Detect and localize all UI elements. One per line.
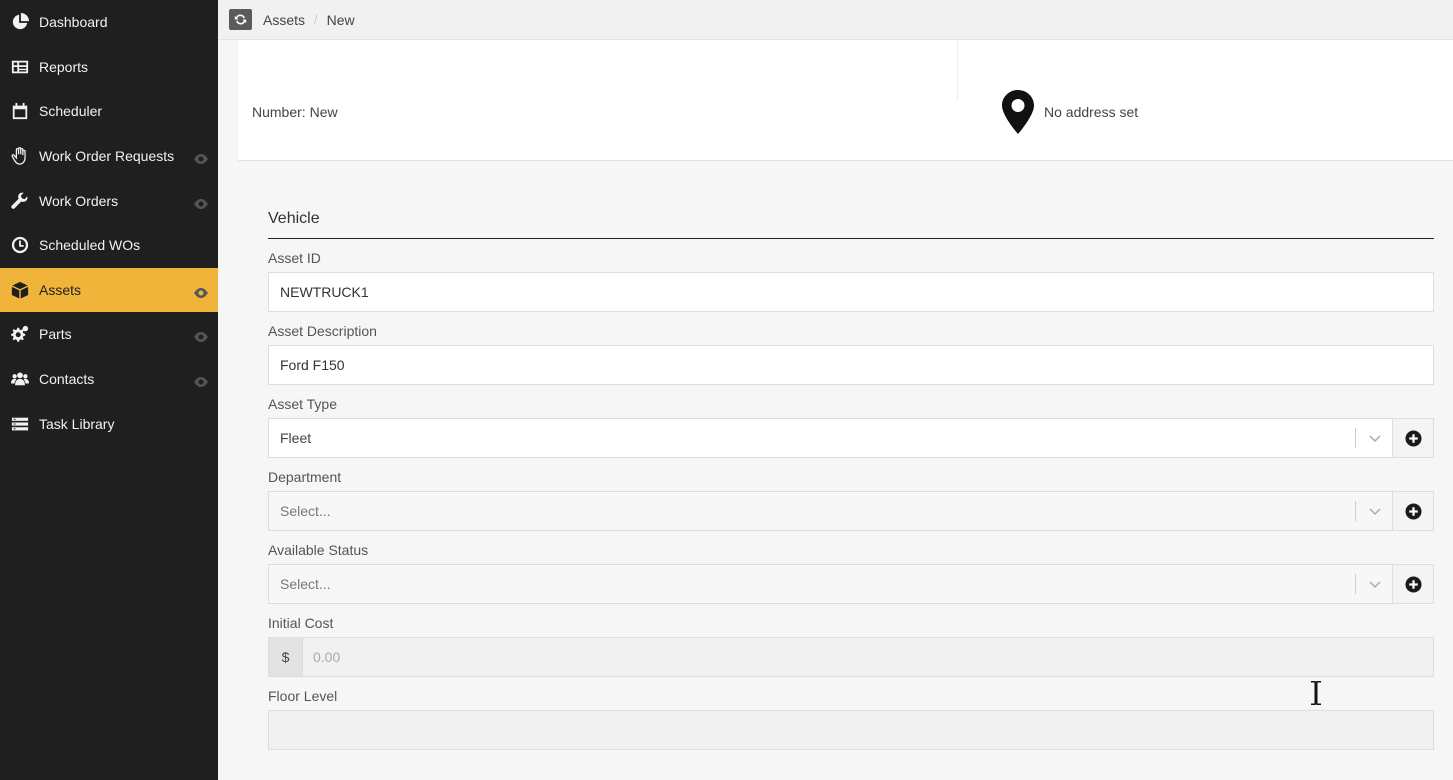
sidebar-item-scheduled-wos[interactable]: Scheduled WOs — [0, 223, 218, 268]
asset-type-value: Fleet — [280, 430, 312, 446]
eye-icon[interactable] — [194, 329, 208, 343]
available-status-label: Available Status — [268, 542, 369, 558]
sidebar-item-label: Scheduler — [39, 103, 103, 120]
available-status-select[interactable]: Select... — [268, 564, 1393, 604]
asset-id-input[interactable] — [268, 272, 1434, 312]
asset-type-row: Fleet — [268, 418, 1434, 458]
sidebar-item-label: Task Library — [39, 415, 115, 432]
top-bar: Assets / New — [218, 0, 1453, 40]
sidebar-item-work-orders[interactable]: Work Orders — [0, 178, 218, 223]
add-available-status-button[interactable] — [1393, 564, 1434, 604]
department-label: Department — [268, 469, 342, 485]
plus-circle-icon — [1404, 429, 1422, 447]
sidebar-item-assets[interactable]: Assets — [0, 267, 218, 313]
address-display[interactable]: No address set — [1002, 90, 1138, 134]
add-asset-type-button[interactable] — [1393, 418, 1434, 458]
table-icon — [10, 57, 30, 77]
department-row: Select... — [268, 491, 1434, 531]
asset-header: Number: New No address set — [238, 40, 1453, 161]
sidebar-item-label: Reports — [39, 58, 89, 75]
select-divider — [1355, 574, 1356, 594]
asset-type-select[interactable]: Fleet — [268, 418, 1393, 458]
asset-description-input[interactable] — [268, 345, 1434, 385]
asset-description-label: Asset Description — [268, 323, 377, 339]
add-department-button[interactable] — [1393, 491, 1434, 531]
clock-icon — [10, 235, 30, 255]
breadcrumb-new: New — [326, 11, 355, 28]
floor-level-label: Floor Level — [268, 688, 338, 704]
chevron-down-icon — [1368, 577, 1382, 591]
sidebar-item-scheduler[interactable]: Scheduler — [0, 89, 218, 134]
refresh-icon — [234, 14, 247, 25]
department-select[interactable]: Select... — [268, 491, 1393, 531]
select-divider — [1355, 501, 1356, 521]
select-divider — [1355, 428, 1356, 448]
initial-cost-row: $ — [268, 637, 1434, 677]
sidebar-item-dashboard[interactable]: Dashboard — [0, 0, 218, 45]
eye-icon[interactable] — [194, 151, 208, 165]
address-text: No address set — [1044, 104, 1139, 120]
currency-prefix: $ — [268, 637, 303, 677]
map-marker-icon — [1002, 90, 1034, 134]
plus-circle-icon — [1404, 502, 1422, 520]
pie-chart-icon — [10, 12, 30, 32]
asset-number: Number: New — [252, 104, 338, 120]
eye-icon[interactable] — [194, 196, 208, 209]
list-icon — [10, 414, 30, 434]
available-status-value: Select... — [280, 576, 331, 592]
eye-icon[interactable] — [194, 374, 208, 388]
users-icon — [10, 369, 30, 389]
sidebar-item-task-library[interactable]: Task Library — [0, 401, 218, 446]
section-title: Vehicle — [268, 210, 1434, 239]
sidebar-item-label: Contacts — [39, 371, 95, 388]
sidebar-item-work-order-requests[interactable]: Work Order Requests — [0, 134, 218, 179]
sidebar-item-parts[interactable]: Parts — [0, 312, 218, 357]
refresh-button[interactable] — [229, 9, 252, 30]
sidebar-item-label: Work Orders — [39, 192, 119, 209]
chevron-down-icon — [1368, 431, 1382, 445]
hand-icon — [10, 146, 30, 166]
header-divider — [957, 40, 958, 100]
wrench-icon — [10, 191, 30, 211]
sidebar-item-label: Scheduled WOs — [39, 237, 141, 254]
text-cursor-icon — [1308, 680, 1324, 706]
main-content: Assets / New Number: New No address set … — [218, 0, 1453, 780]
sidebar-item-label: Parts — [39, 326, 72, 343]
sidebar-item-contacts[interactable]: Contacts — [0, 357, 218, 402]
floor-level-input[interactable] — [268, 710, 1434, 750]
sidebar: Dashboard Reports Scheduler Work Order R… — [0, 0, 218, 780]
gears-icon — [10, 324, 30, 344]
sidebar-item-label: Work Order Requests — [39, 148, 175, 165]
asset-type-label: Asset Type — [268, 396, 338, 412]
initial-cost-input[interactable] — [303, 637, 1434, 677]
asset-id-label: Asset ID — [268, 250, 321, 266]
plus-circle-icon — [1404, 575, 1422, 593]
initial-cost-label: Initial Cost — [268, 615, 334, 631]
sidebar-item-label: Dashboard — [39, 14, 108, 31]
breadcrumb-assets[interactable]: Assets — [263, 12, 305, 28]
asset-form: Vehicle Asset ID Asset Description Asset… — [268, 200, 1434, 750]
number-value: New — [309, 104, 338, 120]
sidebar-item-label: Assets — [39, 281, 82, 298]
department-value: Select... — [280, 503, 331, 519]
cube-icon — [10, 280, 30, 300]
available-status-row: Select... — [268, 564, 1434, 604]
breadcrumb-separator: / — [314, 12, 318, 27]
chevron-down-icon — [1368, 504, 1382, 518]
sidebar-item-reports[interactable]: Reports — [0, 45, 218, 90]
eye-icon[interactable] — [194, 285, 208, 298]
number-label: Number: — [252, 104, 306, 120]
calendar-icon — [10, 101, 30, 121]
